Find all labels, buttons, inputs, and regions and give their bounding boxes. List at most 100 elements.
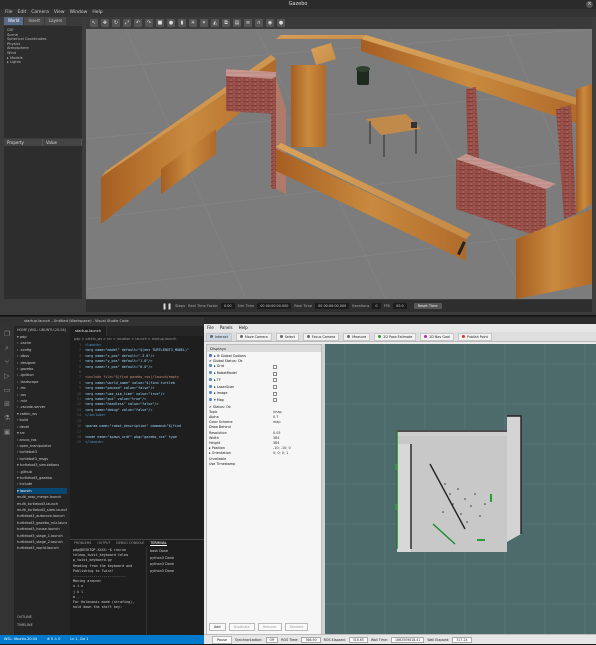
spot-light-icon[interactable]: ◭ — [211, 18, 219, 27]
extensions-icon[interactable]: ⊞ — [3, 400, 11, 408]
copy-icon[interactable]: ⧉ — [222, 18, 230, 27]
sphere-shape-icon[interactable]: ● — [167, 18, 175, 27]
code-editor[interactable]: 1 <launch> 2 <arg name="model" default="$(… — [70, 343, 204, 518]
search-icon[interactable]: ⌕ — [3, 344, 11, 352]
screenshot-icon[interactable]: ◉ — [266, 18, 274, 27]
reset-time-button[interactable]: Reset Time — [413, 303, 442, 309]
run-debug-icon[interactable]: ▷ — [3, 372, 11, 380]
pause-button[interactable]: Pause — [212, 636, 232, 644]
tool-2d-nav-goal[interactable]: 2D Nav Goal — [420, 332, 454, 341]
scale-mode-icon[interactable]: ⤢ — [123, 18, 131, 27]
enable-checkbox[interactable] — [273, 398, 277, 403]
menu-window[interactable]: Window — [70, 9, 88, 17]
remote-explorer-icon[interactable]: ▭ — [3, 386, 11, 394]
sun-light-icon[interactable]: ☀ — [189, 18, 197, 27]
close-icon[interactable]: × — [586, 1, 593, 8]
tool-move-camera[interactable]: Move Camera — [235, 332, 272, 341]
world-tree-item[interactable]: ▸ Lights — [7, 60, 79, 65]
menu-panels[interactable]: Panels — [220, 324, 233, 332]
add-button[interactable]: Add — [209, 623, 226, 631]
undo-icon[interactable]: ↶ — [134, 18, 142, 27]
time-panel: Pause Synchronization: Off ROS Time: 366… — [204, 634, 596, 644]
display-label: Width — [209, 435, 219, 440]
explorer-item[interactable]: turtlebot3_world.launch — [17, 545, 67, 551]
display-row[interactable]: ▸ RobotModel — [209, 371, 319, 378]
enable-checkbox[interactable] — [273, 385, 277, 390]
remote-indicator[interactable]: WSL: Ubuntu-20.04 — [4, 635, 37, 644]
terminal-line: hold down the shift key: — [73, 605, 122, 610]
gazebo-3d-viewport[interactable] — [86, 29, 592, 299]
problems-indicator[interactable]: ⊗ 0 ⚠ 0 — [47, 635, 60, 644]
menu-edit[interactable]: Edit — [18, 9, 27, 17]
tool-2d-pose-estimate[interactable]: 2D Pose Estimate — [374, 332, 417, 341]
rviz-window: File Panels Help Interact Move Camera Select… — [204, 317, 596, 644]
explorer-item[interactable]: turtlebot3_house.launch — [17, 526, 67, 532]
testing-icon[interactable]: ⚗ — [3, 414, 11, 422]
explorer-item[interactable]: multi_map_merge.launch — [17, 494, 67, 500]
terminal-instance[interactable]: python3 Done — [150, 568, 201, 575]
redo-icon[interactable]: ↷ — [145, 18, 153, 27]
display-row[interactable]: ▸ Image — [209, 391, 319, 398]
align-icon[interactable]: ≡ — [244, 18, 252, 27]
translate-mode-icon[interactable]: ✥ — [101, 18, 109, 27]
tool-measure[interactable]: Measure — [343, 332, 371, 341]
tool-focus-camera[interactable]: Focus Camera — [302, 332, 340, 341]
display-value — [273, 364, 319, 371]
sync-select[interactable]: Off — [265, 637, 279, 643]
tool-icon — [239, 335, 243, 338]
rename-button: Rename — [284, 623, 309, 631]
menu-view[interactable]: View — [54, 9, 65, 17]
display-row[interactable]: Use Timestamp — [209, 462, 319, 467]
explorer-item[interactable]: turtlebot3_autorace.launch — [17, 513, 67, 519]
paste-icon[interactable]: ▤ — [233, 18, 241, 27]
source-control-icon[interactable]: ⑂ — [3, 358, 11, 366]
docker-icon[interactable]: ▣ — [3, 428, 11, 436]
pause-icon[interactable]: ❚❚ — [162, 303, 172, 310]
terminal-instance[interactable]: python3 Done — [150, 555, 201, 562]
enable-checkbox[interactable] — [273, 364, 277, 369]
explorer-tree: ▾ pdp › .cache › .config › .dbus › .desi… — [17, 334, 67, 552]
line-number: 19 — [76, 440, 81, 445]
files-icon[interactable]: ❐ — [3, 330, 11, 338]
enable-checkbox[interactable] — [273, 378, 277, 383]
terminal[interactable]: pdp@DESKTOP-XXXX:~$ rosrun teleop_twist_… — [70, 546, 146, 635]
terminal-instance[interactable]: bash Done — [150, 548, 201, 555]
tool-publish-point[interactable]: Publish Point — [457, 332, 492, 341]
cursor-position[interactable]: Ln 1, Col 1 — [70, 635, 88, 644]
snap-icon[interactable]: ∩ — [255, 18, 263, 27]
select-mode-icon[interactable]: ↖ — [90, 18, 98, 27]
display-value — [273, 391, 319, 398]
enable-checkbox[interactable] — [273, 371, 277, 376]
tool-select[interactable]: Select — [275, 332, 299, 341]
rotate-mode-icon[interactable]: ↻ — [112, 18, 120, 27]
outline-section[interactable]: OUTLINE — [17, 615, 32, 619]
tab-insert[interactable]: Insert — [24, 17, 44, 25]
timeline-section[interactable]: TIMELINE — [17, 623, 33, 627]
menu-file[interactable]: File — [5, 9, 13, 17]
display-row[interactable]: ▸ LaserScan — [209, 384, 319, 392]
gazebo-title: Gazebo — [288, 1, 308, 7]
rviz-3d-view[interactable] — [325, 344, 596, 635]
tool-interact[interactable]: Interact — [206, 332, 232, 341]
display-label: ▸ ⚙ Global Options — [214, 354, 246, 358]
display-name: ▸ TF — [209, 377, 273, 385]
menu-help[interactable]: Help — [239, 324, 248, 332]
code-text: </include> — [85, 413, 106, 418]
menu-camera[interactable]: Camera — [31, 9, 49, 17]
terminal-instance[interactable]: python3 Done — [150, 561, 201, 568]
record-icon[interactable]: ● — [277, 18, 285, 27]
box-shape-icon[interactable]: ■ — [156, 18, 164, 27]
menu-help[interactable]: Help — [92, 9, 102, 17]
cylinder-shape-icon[interactable]: ▮ — [178, 18, 186, 27]
menu-file[interactable]: File — [207, 324, 214, 332]
display-row[interactable]: ▾ Map — [209, 397, 319, 405]
point-light-icon[interactable]: ✶ — [200, 18, 208, 27]
tab-world[interactable]: World — [4, 17, 24, 25]
display-row[interactable]: ▸ Grid — [209, 364, 319, 371]
enable-checkbox[interactable] — [273, 391, 277, 396]
display-row[interactable]: ▸ TF — [209, 377, 319, 385]
display-label: Draw Behind — [209, 425, 231, 430]
code-text: <arg name="z_pos" default="0.0"/> — [85, 364, 153, 369]
tab-layers[interactable]: Layers — [44, 17, 67, 25]
tab-startup-launch[interactable]: startup.launch — [70, 326, 108, 336]
